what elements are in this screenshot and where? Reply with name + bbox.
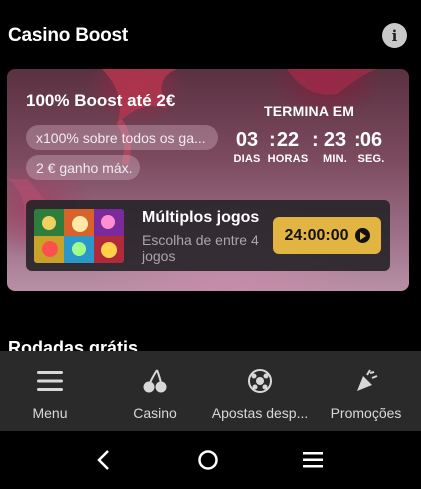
ends-in-label: TERMINA EM <box>264 103 355 119</box>
nav-item-sports[interactable]: Apostas desp... <box>210 351 310 431</box>
countdown-days: 03 DIAS <box>227 128 267 165</box>
home-icon[interactable] <box>193 447 223 473</box>
bottom-nav: Menu Casino Apostas desp... Promoções <box>0 351 421 431</box>
countdown-days-value: 03 <box>235 129 259 151</box>
boost-card[interactable]: 100% Boost até 2€ x100% sobre todos os g… <box>7 69 409 291</box>
menu-icon <box>36 367 64 395</box>
games-thumbnail <box>34 209 124 263</box>
info-icon[interactable]: i <box>382 23 407 48</box>
nav-item-promotions[interactable]: Promoções <box>326 351 406 431</box>
game-timer-value: 24:00:00 <box>284 226 349 244</box>
nav-item-menu[interactable]: Menu <box>20 351 80 431</box>
countdown-minutes-label: MIN. <box>322 153 348 165</box>
boost-condition-pill: x100% sobre todos os ga... <box>26 125 218 150</box>
countdown-days-label: DIAS <box>233 153 261 165</box>
countdown-hours-label: HORAS <box>267 153 309 165</box>
max-win-pill: 2 € ganho máx. <box>26 155 140 180</box>
play-circle-icon <box>354 228 370 243</box>
sports-ball-icon <box>246 367 274 395</box>
countdown-seconds-value: 06 <box>359 129 383 151</box>
nav-item-casino[interactable]: Casino <box>125 351 185 431</box>
back-icon[interactable] <box>88 447 118 473</box>
countdown-timer: 03 DIAS : 22 HORAS : 23 MIN. : 06 SEG. <box>227 128 387 168</box>
nav-label-menu: Menu <box>32 405 68 421</box>
boost-title: 100% Boost até 2€ <box>26 91 176 110</box>
cherry-icon <box>141 367 169 395</box>
party-popper-icon <box>352 367 380 395</box>
countdown-seconds: 06 SEG. <box>351 128 391 165</box>
game-subtitle: Escolha de entre 4 jogos <box>142 232 259 264</box>
countdown-hours: 22 HORAS <box>265 128 311 165</box>
countdown-minutes: 23 MIN. <box>315 128 355 165</box>
nav-label-sports: Apostas desp... <box>211 405 309 421</box>
nav-label-promotions: Promoções <box>330 405 402 421</box>
nav-label-casino: Casino <box>133 405 177 421</box>
recents-icon[interactable] <box>298 447 328 473</box>
countdown-minutes-value: 23 <box>323 129 347 151</box>
multiple-games-box[interactable]: Múltiplos jogos Escolha de entre 4 jogos… <box>26 200 390 271</box>
game-timer-button[interactable]: 24:00:00 <box>273 217 381 254</box>
countdown-seconds-label: SEG. <box>357 153 385 165</box>
page-title: Casino Boost <box>8 25 129 46</box>
game-title: Múltiplos jogos <box>142 209 260 226</box>
system-nav-bar <box>0 431 421 489</box>
page-header: Casino Boost i <box>0 0 421 70</box>
countdown-hours-value: 22 <box>276 129 300 151</box>
